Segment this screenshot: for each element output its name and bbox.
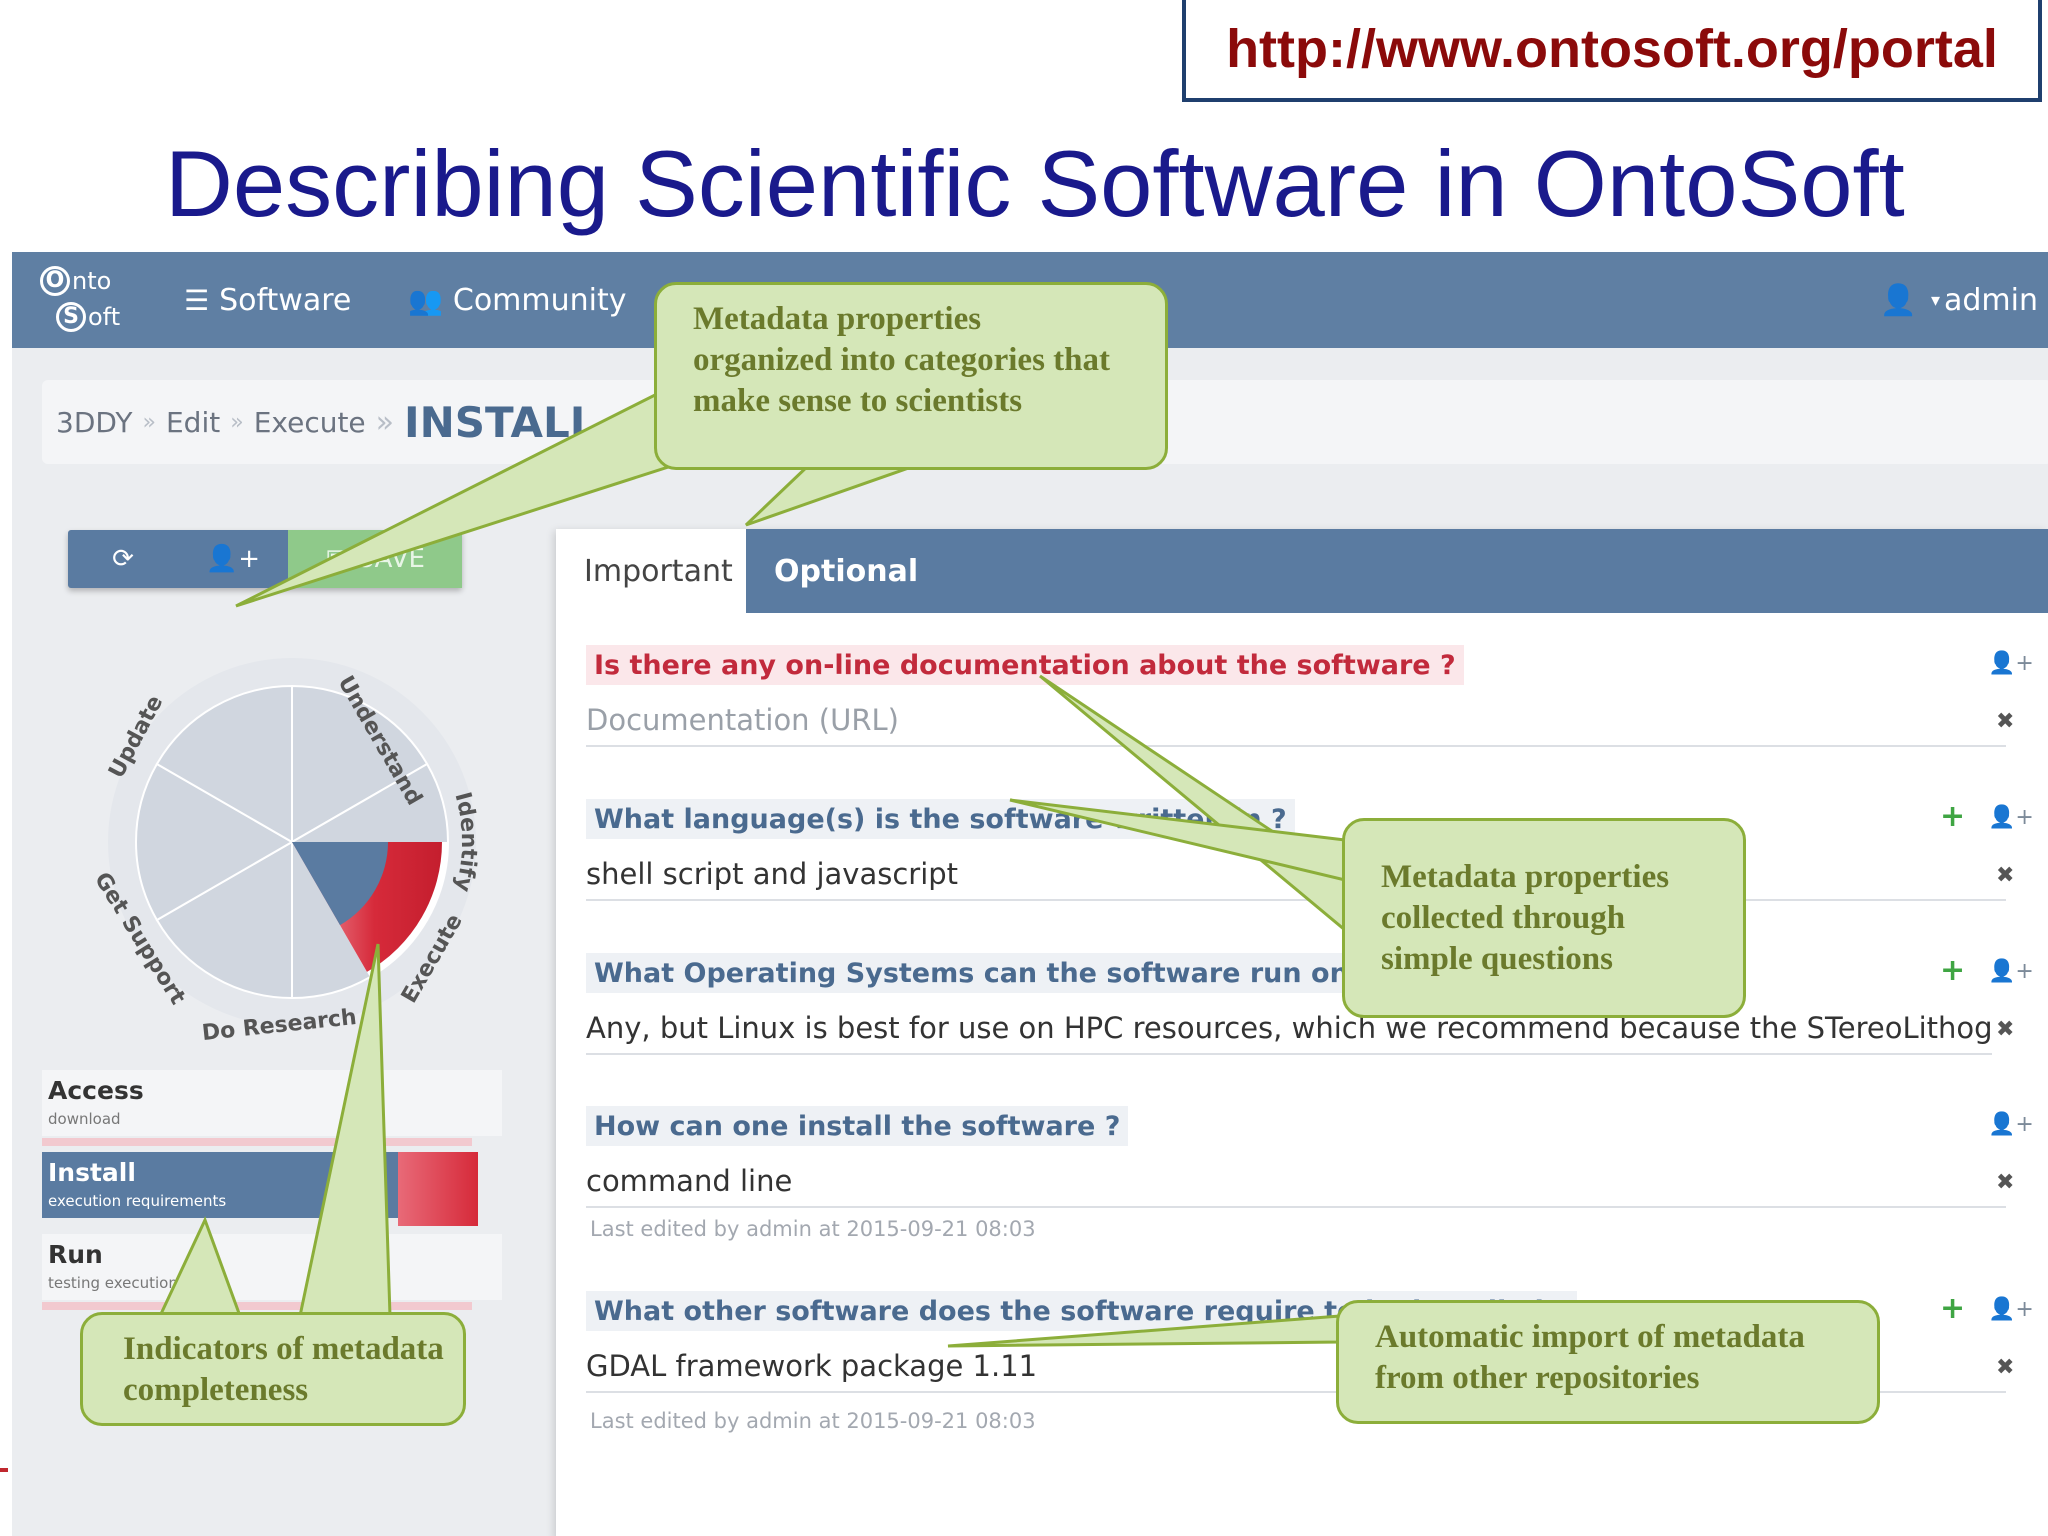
callout-line: collected through (1381, 900, 1626, 936)
tab-optional[interactable]: Optional (746, 529, 946, 613)
save-icon: ▣ (325, 544, 350, 574)
add-user-icon: 👤+ (205, 544, 261, 574)
close-icon[interactable]: ✖ (1996, 709, 2014, 734)
user-icon: 👤 (1879, 282, 1917, 318)
add-user-icon[interactable]: 👤+ (1988, 1297, 2034, 1322)
callout-categories: Metadata properties organized into categ… (654, 282, 1168, 470)
refresh-button[interactable]: ⟳ (68, 530, 178, 588)
chevron-right-icon: » (142, 409, 156, 435)
user-name: admin (1944, 282, 2038, 318)
add-user-button[interactable]: 👤+ (178, 530, 288, 588)
question-label: How can one install the software ? (586, 1106, 1129, 1146)
nav-software[interactable]: ☰ Software (184, 272, 351, 328)
answer-input[interactable]: Any, but Linux is best for use on HPC re… (586, 1003, 1992, 1055)
slide-edge-mark (0, 1468, 8, 1472)
callout-import: Automatic import of metadata from other … (1336, 1300, 1880, 1424)
close-icon[interactable]: ✖ (1996, 1170, 2014, 1195)
breadcrumb-current: INSTALL (404, 397, 597, 447)
category-title: Run (48, 1240, 103, 1269)
answer-input[interactable]: shell script and javascript (586, 849, 2006, 901)
category-subtitle: execution requirements (48, 1192, 227, 1210)
nav-software-label: Software (219, 282, 352, 318)
callout-line: make sense to scientists (693, 383, 1023, 419)
logo-text-top: nto (72, 267, 112, 295)
completeness-wheel: Identify Understand Execute Do Research … (89, 658, 481, 1046)
category-subtitle: testing execution (48, 1274, 178, 1292)
save-button[interactable]: ▣ SAVE (288, 530, 462, 588)
tab-important[interactable]: Important (556, 529, 746, 613)
completeness-bar (42, 1302, 472, 1310)
nav-community-label: Community (452, 282, 627, 318)
ontosoft-logo[interactable]: O nto S oft (38, 262, 128, 340)
close-icon[interactable]: ✖ (1996, 863, 2014, 888)
slide-title: Describing Scientific Software in OntoSo… (165, 131, 1905, 236)
breadcrumb-item[interactable]: Edit (166, 406, 220, 439)
callout-line: from other repositories (1375, 1360, 1700, 1396)
answer-input[interactable]: Documentation (URL) (586, 695, 2006, 747)
last-edited-note: Last edited by admin at 2015-09-21 08:03 (590, 1217, 1036, 1241)
close-icon[interactable]: ✖ (1996, 1355, 2014, 1380)
last-edited-note: Last edited by admin at 2015-09-21 08:03 (590, 1409, 1036, 1433)
plus-icon[interactable]: + (1940, 953, 1965, 988)
users-icon: 👥 (408, 283, 443, 317)
save-label: SAVE (357, 544, 425, 574)
logo-o: O (40, 266, 70, 296)
category-title: Access (48, 1076, 144, 1105)
category-item-access[interactable]: Access download (42, 1070, 502, 1146)
plus-icon[interactable]: + (1940, 799, 1965, 834)
completeness-indicator (398, 1152, 478, 1226)
tab-bar: Important Optional (556, 529, 2048, 613)
callout-line: completeness (123, 1372, 309, 1408)
callout-completeness: Indicators of metadata completeness (80, 1312, 466, 1426)
add-user-icon[interactable]: 👤+ (1988, 959, 2034, 984)
callout-line: Automatic import of metadata (1375, 1319, 1805, 1355)
nav-community[interactable]: 👥 Community (408, 272, 627, 328)
user-menu[interactable]: 👤 ▾ admin (1880, 272, 2038, 328)
plus-icon[interactable]: + (1940, 1291, 1965, 1326)
chevron-right-icon: » (375, 404, 395, 440)
chevron-right-icon: » (230, 409, 244, 435)
question-label: Is there any on-line documentation about… (586, 645, 1464, 685)
logo-s: S (56, 302, 86, 332)
close-icon[interactable]: ✖ (1996, 1017, 2014, 1042)
question-label: What language(s) is the software written… (586, 799, 1295, 839)
add-user-icon[interactable]: 👤+ (1988, 651, 2034, 676)
breadcrumb-item[interactable]: 3DDY (56, 406, 133, 439)
add-user-icon[interactable]: 👤+ (1988, 1112, 2034, 1137)
callout-line: simple questions (1381, 941, 1613, 977)
question-label: What Operating Systems can the software … (586, 953, 1382, 993)
database-icon: ☰ (184, 283, 210, 317)
logo-text-bottom: oft (88, 303, 121, 331)
completeness-bar (42, 1138, 472, 1146)
category-item-run[interactable]: Run testing execution (42, 1234, 502, 1310)
editor-toolbar: ⟳ 👤+ ▣ SAVE (68, 530, 462, 588)
callout-questions: Metadata properties collected through si… (1342, 818, 1746, 1018)
portal-url[interactable]: http://www.ontosoft.org/portal (1182, 0, 2042, 102)
answer-input[interactable]: command line (586, 1156, 2006, 1208)
callout-line: Indicators of metadata (123, 1331, 444, 1367)
category-item-install[interactable]: Install execution requirements (42, 1152, 478, 1226)
refresh-icon: ⟳ (112, 544, 134, 574)
callout-line: Metadata properties (693, 301, 982, 337)
callout-line: Metadata properties (1381, 859, 1670, 895)
category-list: Access download Install execution requir… (42, 1070, 502, 1316)
category-title: Install (48, 1158, 136, 1187)
breadcrumb-item[interactable]: Execute (254, 406, 366, 439)
callout-line: organized into categories that (693, 342, 1110, 378)
category-subtitle: download (48, 1110, 121, 1128)
caret-down-icon: ▾ (1930, 289, 1940, 311)
add-user-icon[interactable]: 👤+ (1988, 805, 2034, 830)
